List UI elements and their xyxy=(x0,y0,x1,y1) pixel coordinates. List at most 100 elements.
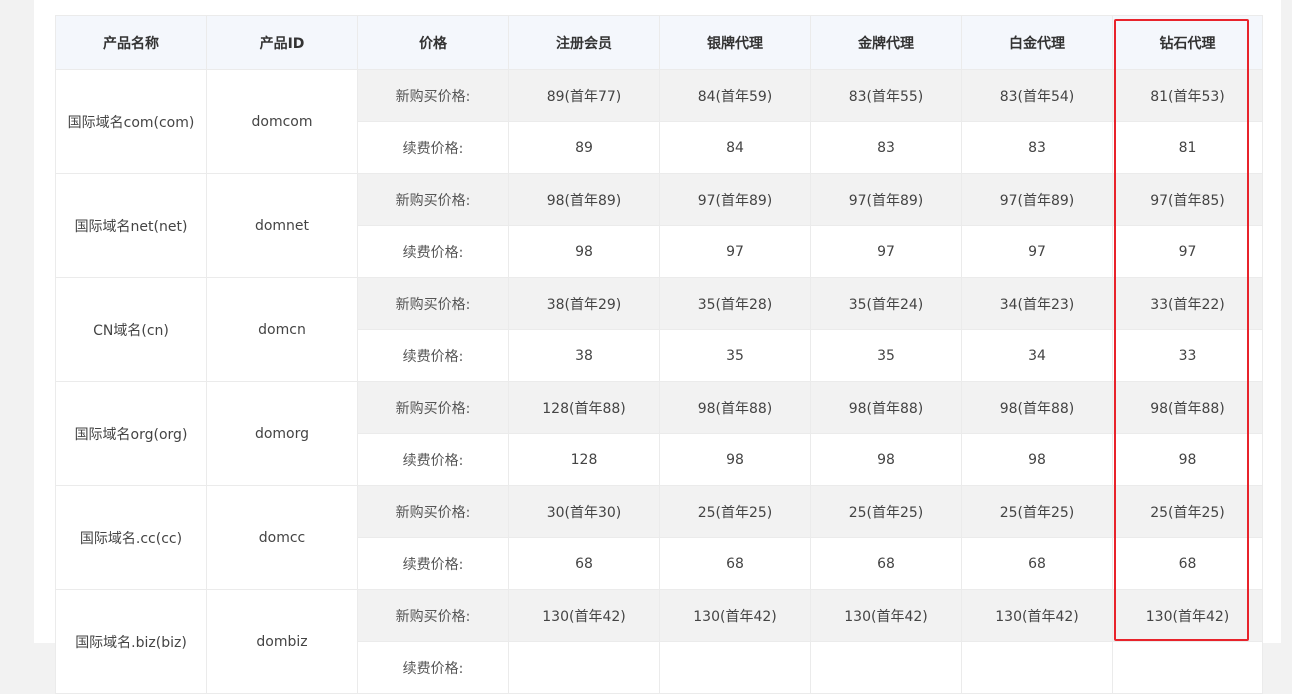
product-name: CN域名(cn) xyxy=(55,277,207,382)
price-cell: 83(首年55) xyxy=(810,69,962,122)
price-cell: 97(首年89) xyxy=(810,173,962,226)
price-cell: 97 xyxy=(1112,225,1263,278)
product-name: 国际域名org(org) xyxy=(55,381,207,486)
price-cell: 38(首年29) xyxy=(508,277,660,330)
price-cell: 89 xyxy=(508,121,660,174)
price-cell: 98(首年88) xyxy=(961,381,1113,434)
buy-price-label: 新购买价格: xyxy=(357,173,509,226)
price-cell: 97 xyxy=(659,225,811,278)
price-cell: 98(首年89) xyxy=(508,173,660,226)
price-cell: 83(首年54) xyxy=(961,69,1113,122)
header-platinum: 白金代理 xyxy=(961,15,1113,70)
product-name: 国际域名com(com) xyxy=(55,69,207,174)
price-cell: 33(首年22) xyxy=(1112,277,1263,330)
renew-price-label: 续费价格: xyxy=(357,225,509,278)
buy-price-label: 新购买价格: xyxy=(357,589,509,642)
buy-price-label: 新购买价格: xyxy=(357,381,509,434)
price-cell: 83 xyxy=(810,121,962,174)
product-id: domcom xyxy=(206,69,358,174)
price-cell: 34(首年23) xyxy=(961,277,1113,330)
price-cell: 83 xyxy=(961,121,1113,174)
table-row: 国际域名.cc(cc) domcc 新购买价格: 30(首年30) 25(首年2… xyxy=(55,485,1263,590)
renew-price-label: 续费价格: xyxy=(357,433,509,486)
price-cell: 68 xyxy=(659,537,811,590)
price-cell: 25(首年25) xyxy=(810,485,962,538)
price-cell: 97(首年85) xyxy=(1112,173,1263,226)
renew-price-label: 续费价格: xyxy=(357,121,509,174)
table-row: 国际域名.biz(biz) dombiz 新购买价格: 130(首年42) 13… xyxy=(55,589,1263,694)
price-cell xyxy=(659,641,811,694)
price-cell: 97 xyxy=(810,225,962,278)
price-cell: 98 xyxy=(1112,433,1263,486)
header-product-id: 产品ID xyxy=(206,15,358,70)
price-cell: 98 xyxy=(659,433,811,486)
price-cell: 34 xyxy=(961,329,1113,382)
buy-price-label: 新购买价格: xyxy=(357,277,509,330)
price-cell: 97(首年89) xyxy=(961,173,1113,226)
header-diamond: 钻石代理 xyxy=(1112,15,1263,70)
header-member: 注册会员 xyxy=(508,15,660,70)
table-row: 国际域名net(net) domnet 新购买价格: 98(首年89) 97(首… xyxy=(55,173,1263,278)
price-cell: 84 xyxy=(659,121,811,174)
price-cell: 98(首年88) xyxy=(810,381,962,434)
price-cell: 35 xyxy=(810,329,962,382)
table-row: 国际域名org(org) domorg 新购买价格: 128(首年88) 98(… xyxy=(55,381,1263,486)
header-product-name: 产品名称 xyxy=(55,15,207,70)
price-cell: 35(首年28) xyxy=(659,277,811,330)
renew-price-label: 续费价格: xyxy=(357,329,509,382)
price-cell: 130(首年42) xyxy=(508,589,660,642)
price-cell: 68 xyxy=(508,537,660,590)
table-row: 国际域名com(com) domcom 新购买价格: 89(首年77) 84(首… xyxy=(55,69,1263,174)
price-cell: 128(首年88) xyxy=(508,381,660,434)
price-cell: 98(首年88) xyxy=(659,381,811,434)
price-cell: 98 xyxy=(508,225,660,278)
price-cell xyxy=(508,641,660,694)
product-id: domorg xyxy=(206,381,358,486)
price-cell: 81 xyxy=(1112,121,1263,174)
price-cell: 68 xyxy=(810,537,962,590)
table-row: CN域名(cn) domcn 新购买价格: 38(首年29) 35(首年28) … xyxy=(55,277,1263,382)
price-cell: 68 xyxy=(961,537,1113,590)
price-cell: 38 xyxy=(508,329,660,382)
price-cell: 25(首年25) xyxy=(961,485,1113,538)
price-cell: 130(首年42) xyxy=(1112,589,1263,642)
header-price: 价格 xyxy=(357,15,509,70)
buy-price-label: 新购买价格: xyxy=(357,485,509,538)
price-cell: 98(首年88) xyxy=(1112,381,1263,434)
price-table: 产品名称 产品ID 价格 注册会员 银牌代理 金牌代理 白金代理 钻石代理 国际… xyxy=(55,15,1263,694)
product-id: domcc xyxy=(206,485,358,590)
product-name: 国际域名.cc(cc) xyxy=(55,485,207,590)
price-cell: 25(首年25) xyxy=(659,485,811,538)
header-gold: 金牌代理 xyxy=(810,15,962,70)
product-id: domcn xyxy=(206,277,358,382)
renew-price-label: 续费价格: xyxy=(357,537,509,590)
price-cell: 30(首年30) xyxy=(508,485,660,538)
price-cell: 35 xyxy=(659,329,811,382)
price-cell: 130(首年42) xyxy=(659,589,811,642)
product-id: domnet xyxy=(206,173,358,278)
price-cell: 35(首年24) xyxy=(810,277,962,330)
price-cell xyxy=(961,641,1113,694)
price-cell: 25(首年25) xyxy=(1112,485,1263,538)
price-cell: 33 xyxy=(1112,329,1263,382)
price-cell: 89(首年77) xyxy=(508,69,660,122)
price-cell xyxy=(1112,641,1263,694)
renew-price-label: 续费价格: xyxy=(357,641,509,694)
product-name: 国际域名net(net) xyxy=(55,173,207,278)
price-cell: 98 xyxy=(961,433,1113,486)
price-cell: 130(首年42) xyxy=(961,589,1113,642)
price-cell: 97(首年89) xyxy=(659,173,811,226)
price-cell: 84(首年59) xyxy=(659,69,811,122)
price-cell: 98 xyxy=(810,433,962,486)
price-cell: 68 xyxy=(1112,537,1263,590)
price-cell: 130(首年42) xyxy=(810,589,962,642)
product-id: dombiz xyxy=(206,589,358,694)
price-cell: 97 xyxy=(961,225,1113,278)
buy-price-label: 新购买价格: xyxy=(357,69,509,122)
table-header-row: 产品名称 产品ID 价格 注册会员 银牌代理 金牌代理 白金代理 钻石代理 xyxy=(55,15,1263,70)
header-silver: 银牌代理 xyxy=(659,15,811,70)
price-cell: 128 xyxy=(508,433,660,486)
price-cell xyxy=(810,641,962,694)
product-name: 国际域名.biz(biz) xyxy=(55,589,207,694)
price-cell: 81(首年53) xyxy=(1112,69,1263,122)
